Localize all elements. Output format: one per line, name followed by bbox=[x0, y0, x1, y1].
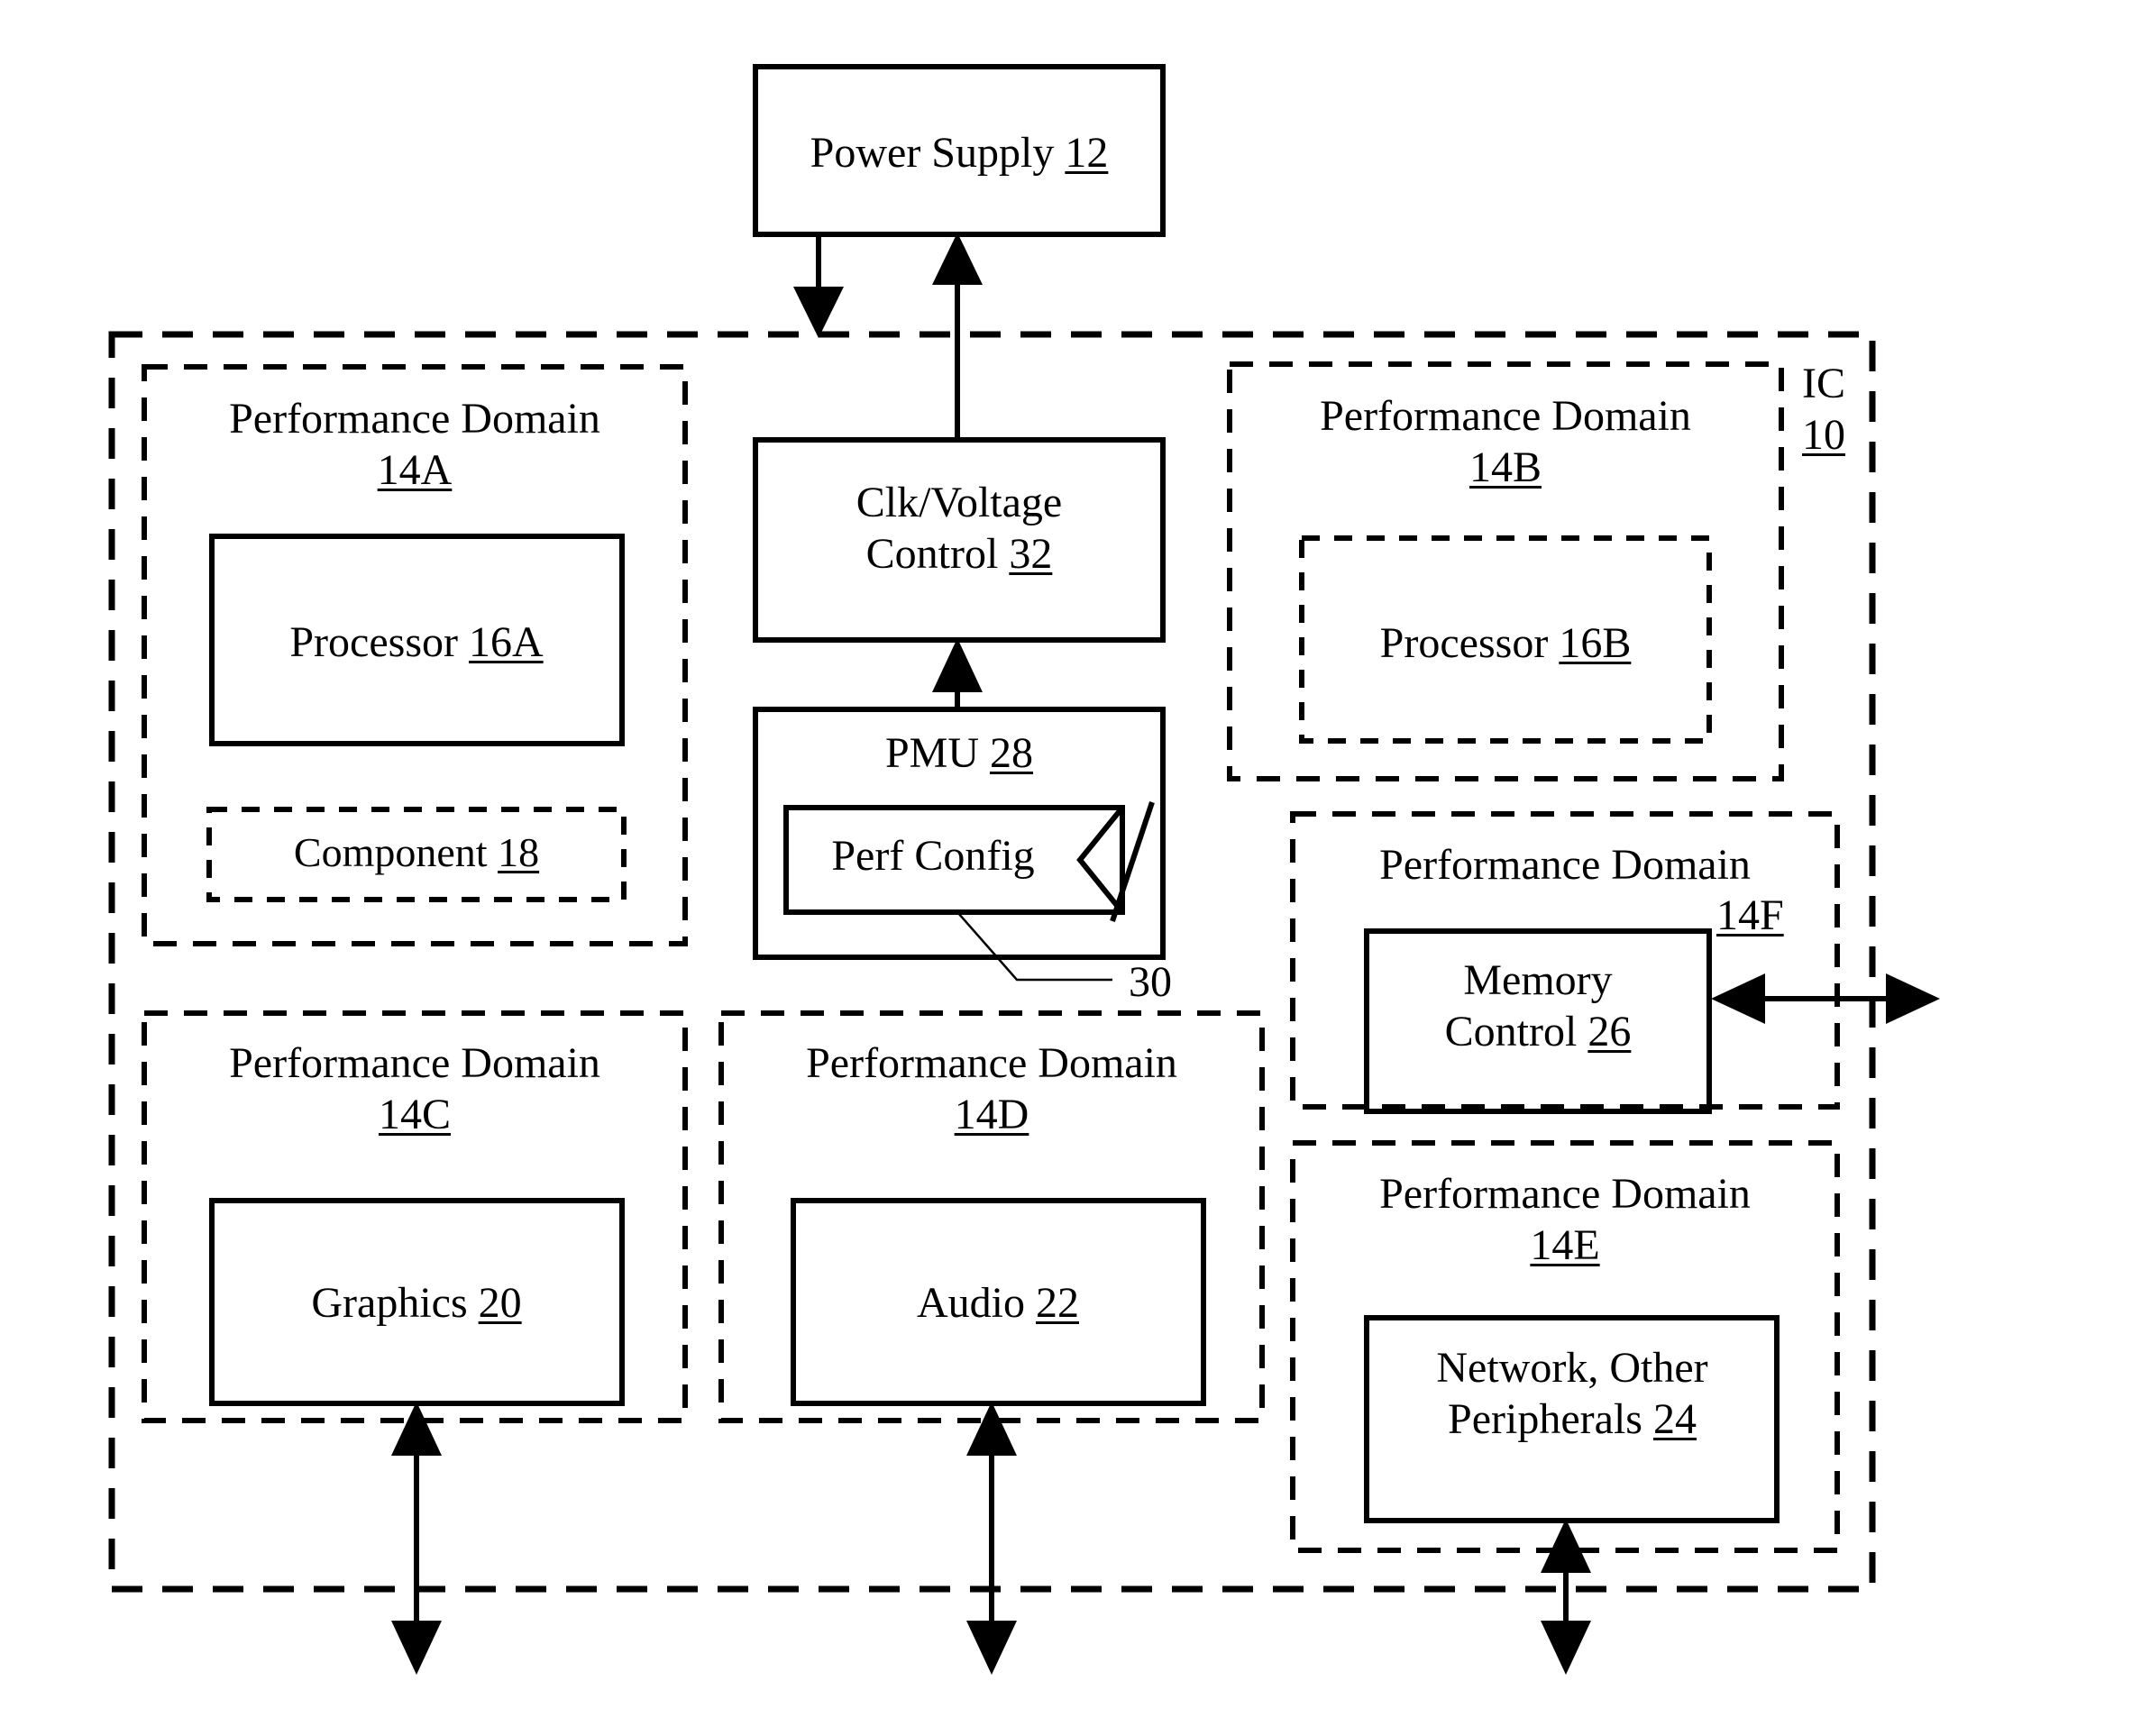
domain-title-text: Performance Domain bbox=[229, 1039, 600, 1087]
processor-16b-text: Processor bbox=[1379, 619, 1549, 667]
network-line2: Peripherals 24 bbox=[1436, 1394, 1707, 1446]
component-18-text: Component bbox=[293, 829, 488, 875]
arrowhead-down bbox=[793, 287, 844, 338]
performance-domain-14f-title: Performance Domain bbox=[1379, 840, 1751, 891]
clk-voltage-line1: Clk/Voltage bbox=[855, 479, 1063, 526]
patent-figure-canvas: Power Supply 12 IC 10 Performance Domain… bbox=[0, 0, 2141, 1736]
arrowhead-up bbox=[932, 638, 983, 692]
perf-config-callout-30: 30 bbox=[1129, 957, 1172, 1009]
domain-ref-text: 14D bbox=[954, 1090, 1029, 1138]
arrowhead-right bbox=[1886, 973, 1940, 1024]
perf-config-register-mark bbox=[1076, 801, 1155, 922]
audio-22-label: Audio 22 bbox=[917, 1278, 1079, 1329]
ic-label: IC 10 bbox=[1802, 359, 1845, 461]
memory-control-26-label: Memory Control 26 bbox=[1445, 955, 1632, 1057]
processor-16a-label: Processor 16A bbox=[289, 617, 543, 669]
power-supply-text: Power Supply bbox=[810, 129, 1055, 177]
network-ref: 24 bbox=[1652, 1394, 1697, 1443]
clk-voltage-ref: 32 bbox=[1009, 529, 1053, 578]
perf-config-leader-30 bbox=[957, 912, 1112, 982]
connector-graphics-external bbox=[391, 1402, 442, 1675]
memory-control-line2-text: Control bbox=[1444, 1007, 1578, 1055]
graphics-20-text: Graphics bbox=[311, 1279, 468, 1327]
component-18-ref: 18 bbox=[498, 829, 540, 875]
arrowhead-down bbox=[1541, 1621, 1591, 1675]
processor-16a-text: Processor bbox=[289, 618, 458, 666]
connector-network-external bbox=[1541, 1519, 1591, 1675]
power-supply-label: Power Supply 12 bbox=[810, 128, 1109, 179]
audio-22-ref: 22 bbox=[1036, 1279, 1079, 1327]
processor-16a-ref: 16A bbox=[468, 618, 544, 666]
perf-config-text: Perf Config bbox=[831, 832, 1035, 880]
memory-control-line2: Control 26 bbox=[1445, 1007, 1632, 1058]
ic-text: IC bbox=[1802, 360, 1845, 407]
component-18-label: Component 18 bbox=[294, 828, 539, 877]
performance-domain-14e-title: Performance Domain 14E bbox=[1379, 1169, 1751, 1271]
domain-ref-text: 14A bbox=[377, 445, 453, 494]
domain-ref-text: 14F bbox=[1716, 891, 1784, 939]
pmu-28-label: PMU 28 bbox=[885, 728, 1033, 780]
performance-domain-14b-title: Performance Domain 14B bbox=[1320, 391, 1691, 493]
performance-domain-14a-title: Performance Domain 14A bbox=[229, 394, 600, 496]
callout-30-text: 30 bbox=[1129, 958, 1172, 1006]
performance-domain-14f-ref: 14F bbox=[1716, 891, 1784, 942]
domain-ref-text: 14E bbox=[1530, 1220, 1600, 1269]
domain-title-text: Performance Domain bbox=[229, 395, 600, 443]
clk-voltage-line2: Control 32 bbox=[856, 529, 1062, 580]
domain-title-text: Performance Domain bbox=[1320, 392, 1691, 440]
memory-control-line1: Memory bbox=[1463, 956, 1613, 1004]
performance-domain-14c-title: Performance Domain 14C bbox=[229, 1038, 600, 1140]
power-supply-ref: 12 bbox=[1065, 129, 1109, 177]
graphics-20-ref: 20 bbox=[478, 1279, 522, 1327]
network-line2-text: Peripherals bbox=[1448, 1394, 1642, 1443]
processor-16b-label: Processor 16B bbox=[1380, 618, 1632, 670]
performance-domain-14d-title: Performance Domain 14D bbox=[806, 1038, 1177, 1140]
processor-16b-ref: 16B bbox=[1559, 619, 1632, 667]
connector-power-supply-to-ic bbox=[793, 234, 844, 338]
arrowhead-down bbox=[966, 1621, 1017, 1675]
domain-ref-text: 14B bbox=[1469, 443, 1542, 491]
domain-ref-text: 14C bbox=[378, 1090, 451, 1138]
ic-ref: 10 bbox=[1802, 410, 1845, 459]
connector-pmu-to-clk bbox=[932, 638, 983, 709]
clk-voltage-line2-text: Control bbox=[865, 529, 999, 578]
arrowhead-down bbox=[391, 1621, 442, 1675]
pmu-text: PMU bbox=[884, 729, 980, 777]
arrowhead-up bbox=[1541, 1519, 1591, 1573]
network-peripherals-24-label: Network, Other Peripherals 24 bbox=[1436, 1343, 1707, 1445]
audio-22-text: Audio bbox=[917, 1279, 1025, 1327]
arrowhead-up bbox=[932, 233, 983, 285]
arrowhead-up bbox=[391, 1402, 442, 1456]
domain-title-text: Performance Domain bbox=[1379, 1170, 1751, 1218]
domain-title-text: Performance Domain bbox=[806, 1039, 1177, 1087]
memory-control-ref: 26 bbox=[1587, 1007, 1632, 1055]
perf-config-label: Perf Config bbox=[831, 831, 1034, 882]
arrowhead-left bbox=[1711, 973, 1765, 1024]
graphics-20-label: Graphics 20 bbox=[311, 1278, 521, 1329]
arrowhead-up bbox=[966, 1402, 1017, 1456]
network-line1: Network, Other bbox=[1436, 1344, 1708, 1392]
clk-voltage-control-label: Clk/Voltage Control 32 bbox=[856, 478, 1062, 580]
connector-audio-external bbox=[966, 1402, 1017, 1675]
connector-memory-control-external bbox=[1711, 973, 1940, 1024]
pmu-ref: 28 bbox=[990, 729, 1034, 777]
domain-title-text: Performance Domain bbox=[1379, 841, 1751, 889]
